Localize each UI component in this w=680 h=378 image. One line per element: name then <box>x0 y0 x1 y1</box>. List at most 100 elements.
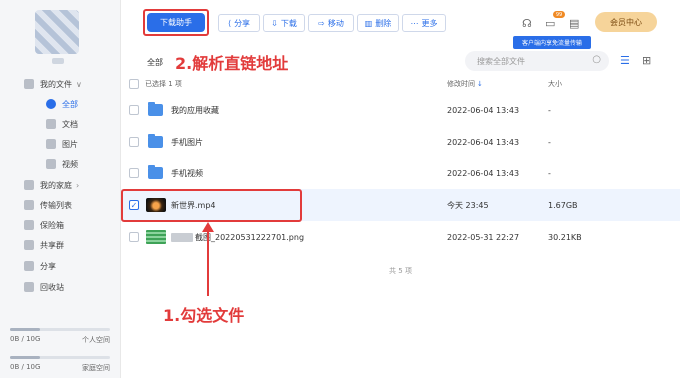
row-checkbox[interactable] <box>129 232 139 242</box>
modified-header[interactable]: 修改时间 ↓ <box>447 75 483 93</box>
personal-quota-text: 0B / 10G 个人空间 <box>10 335 110 345</box>
sidebar-item-transfer[interactable]: 传输列表 <box>0 195 120 215</box>
sidebar-item-label: 传输列表 <box>40 200 72 210</box>
table-row[interactable]: 手机图片 2022-06-04 13:43 - <box>121 126 680 158</box>
video-icon <box>46 159 56 169</box>
item-count: 共 5 项 <box>389 267 412 275</box>
chevron-right-icon: › <box>76 180 80 190</box>
sidebar-item-vault[interactable]: 保险箱 <box>0 215 120 235</box>
search-icon: ○ <box>592 54 601 65</box>
share-button-label: 分享 <box>234 18 251 28</box>
sidebar-item-images[interactable]: 图片 <box>0 134 120 154</box>
main-panel: 下载助手 ⟨ 分享 ⇩ 下载 ⇨ 移动 ▥ 删除 ⋯ 更多 ☊ ▭ 99 ▤ 会… <box>121 0 680 378</box>
folder-icon <box>148 134 163 148</box>
size-header[interactable]: 大小 <box>548 75 562 93</box>
annotation-step1: 1.勾选文件 <box>163 306 245 325</box>
grid-view-icon[interactable]: ⊞ <box>642 54 651 67</box>
sidebar-item-label: 保险箱 <box>40 220 64 230</box>
share-icon: ⟨ <box>227 18 232 28</box>
file-name: 截图_20220531222701.png <box>195 232 305 242</box>
message-icon: ▤ <box>569 16 580 30</box>
row-checkbox[interactable] <box>129 137 139 147</box>
sidebar-item-all[interactable]: 全部 <box>0 94 120 114</box>
sidebar-item-family[interactable]: 我的家庭 › <box>0 175 120 195</box>
toolbar: 下载助手 ⟨ 分享 ⇩ 下载 ⇨ 移动 ▥ 删除 ⋯ 更多 ☊ ▭ 99 ▤ 会… <box>121 0 680 44</box>
annotation-step2: 2.解析直链地址 <box>175 54 289 73</box>
monitor-icon: ▭ <box>545 16 556 30</box>
table-header: 已选择 1 项 修改时间 ↓ 大小 <box>121 75 680 93</box>
sort-down-icon: ↓ <box>477 80 483 88</box>
share-button[interactable]: ⟨ 分享 <box>218 14 260 32</box>
delete-button-label: 删除 <box>375 18 392 28</box>
sidebar-item-my-files[interactable]: 我的文件 ∨ <box>0 74 120 94</box>
file-name[interactable]: 手机视频 <box>171 157 203 189</box>
select-all-checkbox[interactable] <box>129 79 139 89</box>
support-button[interactable]: ☊ <box>522 14 532 32</box>
highlight-box-selected-file <box>121 189 302 222</box>
personal-quota-label: 个人空间 <box>82 336 110 344</box>
sidebar: 我的文件 ∨ 全部 文档 图片 视频 我的家庭 › 传输列表 保险箱 共享群 分… <box>0 0 121 378</box>
sidebar-item-label: 图片 <box>62 139 78 149</box>
blurred-redaction <box>171 232 193 242</box>
avatar[interactable] <box>35 10 79 54</box>
file-size: - <box>548 105 551 115</box>
member-center-button[interactable]: 会员中心 <box>595 12 657 32</box>
sidebar-item-recycle-bin[interactable]: 回收站 <box>0 277 120 297</box>
move-button[interactable]: ⇨ 移动 <box>308 14 354 32</box>
trash-icon: ▥ <box>364 18 373 28</box>
file-date: 2022-06-04 13:43 <box>447 168 520 178</box>
download-icon: ⇩ <box>271 18 278 28</box>
sidebar-item-share[interactable]: 分享 <box>0 256 120 276</box>
list-view-icon[interactable]: ☰ <box>620 54 630 67</box>
file-date: 2022-06-04 13:43 <box>447 137 520 147</box>
family-quota-label: 家庭空间 <box>82 364 110 372</box>
home-icon <box>24 180 34 190</box>
sidebar-item-label: 我的文件 <box>40 79 72 89</box>
breadcrumb[interactable]: 全部 <box>147 57 163 68</box>
row-checkbox[interactable] <box>129 168 139 178</box>
more-icon: ⋯ <box>410 18 419 28</box>
personal-quota-bar <box>10 328 110 331</box>
cloud-icon <box>24 79 34 89</box>
file-size: - <box>548 168 551 178</box>
folder-icon <box>148 102 163 116</box>
selection-count: 已选择 1 项 <box>145 80 182 88</box>
group-icon <box>24 240 34 250</box>
file-size: 1.67GB <box>548 200 578 210</box>
annotation-arrow-line <box>207 226 209 296</box>
table-row[interactable]: 我的应用收藏 2022-06-04 13:43 - <box>121 94 680 126</box>
row-checkbox[interactable] <box>129 105 139 115</box>
more-button[interactable]: ⋯ 更多 <box>402 14 446 32</box>
sidebar-item-label: 回收站 <box>40 282 64 292</box>
document-icon <box>46 119 56 129</box>
sidebar-item-videos[interactable]: 视频 <box>0 154 120 174</box>
image-icon <box>46 139 56 149</box>
avatar-badge <box>52 58 64 64</box>
sidebar-item-shared-group[interactable]: 共享群 <box>0 235 120 255</box>
more-button-label: 更多 <box>421 18 438 28</box>
file-name[interactable]: 手机图片 <box>171 126 203 158</box>
messages-button[interactable]: ▤ <box>569 14 579 32</box>
share-icon <box>24 261 34 271</box>
personal-quota-used: 0B / 10G <box>10 335 41 343</box>
file-name-wrapper[interactable]: 截图_20220531222701.png <box>171 221 304 253</box>
file-name[interactable]: 我的应用收藏 <box>171 94 219 126</box>
folder-icon <box>148 165 163 179</box>
search-input[interactable]: 搜索全部文件 ○ <box>465 51 609 71</box>
headset-icon: ☊ <box>522 16 532 30</box>
sidebar-item-documents[interactable]: 文档 <box>0 114 120 134</box>
move-button-label: 移动 <box>327 18 344 28</box>
file-size: 30.21KB <box>548 232 582 242</box>
modified-header-label: 修改时间 <box>447 80 475 88</box>
file-date: 2022-06-04 13:43 <box>447 105 520 115</box>
table-row[interactable]: 手机视频 2022-06-04 13:43 - <box>121 157 680 189</box>
highlight-box-download-helper <box>143 9 209 36</box>
search-placeholder: 搜索全部文件 <box>477 56 525 66</box>
family-quota-fill <box>10 356 40 359</box>
safe-icon <box>24 220 34 230</box>
delete-button[interactable]: ▥ 删除 <box>357 14 399 32</box>
family-quota-bar <box>10 356 110 359</box>
download-button[interactable]: ⇩ 下载 <box>263 14 305 32</box>
trash-icon <box>24 282 34 292</box>
move-icon: ⇨ <box>318 18 325 28</box>
